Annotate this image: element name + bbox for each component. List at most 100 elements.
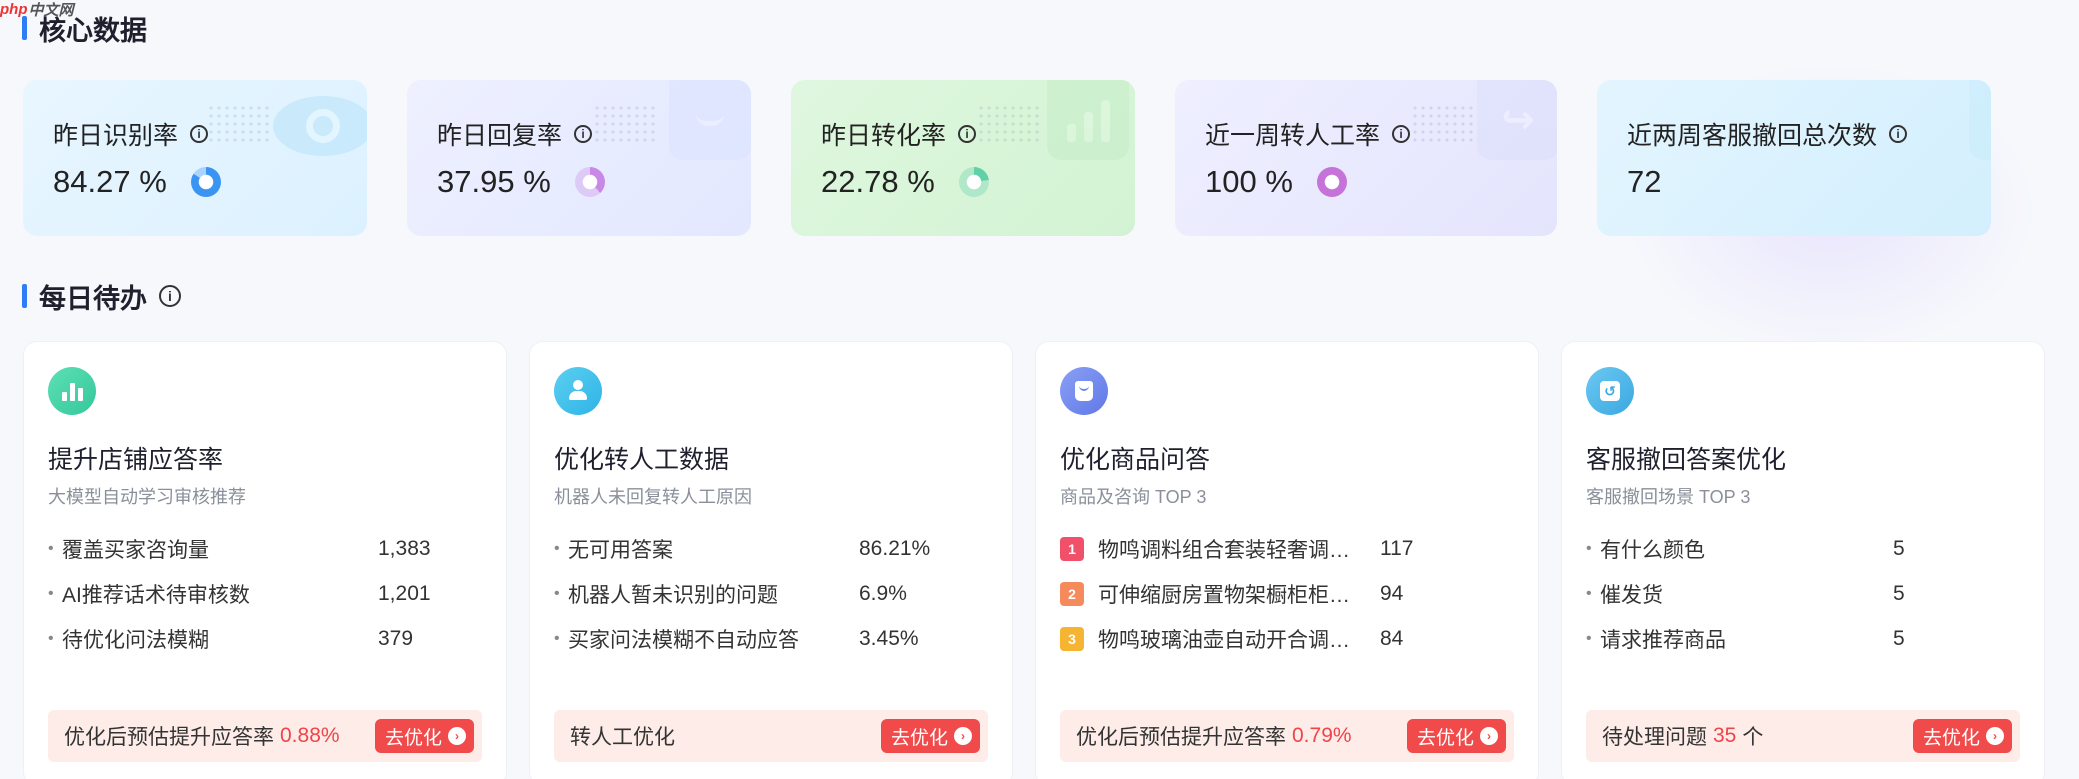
metric-value: 72 — [1627, 164, 1661, 200]
progress-ring-icon — [190, 167, 221, 197]
list-item[interactable]: • 买家问法模糊不自动应答 3.45% — [554, 616, 992, 661]
list-item[interactable]: • 无可用答案 86.21% — [554, 526, 992, 571]
todo-list: • 覆盖买家咨询量 1,383 • AI推荐话术待审核数 1,201 • 待优化问法模糊 3… — [48, 526, 486, 661]
forward-arrow-icon: ↪ — [1477, 80, 1557, 160]
metric-label-text: 昨日回复率 — [437, 122, 563, 150]
todo-action-bar: 转人工优化 去优化 › — [554, 710, 988, 762]
optimize-button[interactable]: 去优化 › — [1912, 719, 2012, 753]
bar-highlight: 0.79% — [1292, 724, 1352, 747]
metric-card-recognition-rate[interactable]: 昨日识别率 i 84.27 % — [23, 80, 367, 236]
metric-label-text: 昨日识别率 — [53, 122, 179, 150]
metric-card-conversion-rate[interactable]: 昨日转化率 i 22.78 % — [791, 80, 1135, 236]
item-value: 5 — [1893, 626, 1905, 650]
bar-highlight: 0.88% — [280, 724, 340, 747]
bar-text: 优化后预估提升应答率 — [64, 726, 274, 749]
metric-value-text: 37.95 % — [437, 164, 551, 199]
metric-label-text: 近一周转人工率 — [1205, 122, 1381, 150]
bullet-icon: • — [1586, 629, 1592, 647]
bar-highlight: 35 — [1713, 724, 1737, 747]
item-value: 379 — [378, 626, 414, 650]
todo-subtitle: 客服撤回场景 TOP 3 — [1586, 487, 1751, 507]
metric-label-text: 近两周客服撤回总次数 — [1627, 122, 1878, 150]
item-value: 86.21% — [859, 536, 931, 560]
metric-card-transfer-rate[interactable]: ↪ 近一周转人工率 i 100 % — [1175, 80, 1557, 236]
list-item[interactable]: • 有什么颜色 5 — [1586, 526, 2024, 571]
list-item[interactable]: 3 物鸣玻璃油壶自动开合调… 84 — [1060, 616, 1518, 661]
todo-title: 提升店铺应答率 — [48, 446, 224, 474]
metric-value-text: 72 — [1627, 164, 1662, 199]
item-value: 117 — [1380, 536, 1414, 560]
dots-decoration — [1411, 104, 1475, 144]
section-accent-bar — [22, 284, 27, 308]
list-item[interactable]: 2 可伸缩厨房置物架橱柜柜… 94 — [1060, 571, 1518, 616]
section-title-daily: 每日待办 i — [22, 278, 181, 314]
item-label: 可伸缩厨房置物架橱柜柜… — [1098, 583, 1350, 607]
optimize-button-label: 去优化 — [1922, 727, 1980, 749]
metric-card-recall-count[interactable]: 近两周客服撤回总次数 i 72 — [1597, 80, 1991, 236]
todo-title: 优化转人工数据 — [554, 446, 730, 474]
todo-subtitle: 商品及咨询 TOP 3 — [1060, 487, 1207, 507]
chat-bubble-icon — [669, 80, 751, 160]
item-value: 3.45% — [859, 626, 919, 650]
item-label: 无可用答案 — [568, 538, 673, 562]
chevron-right-icon: › — [954, 727, 972, 745]
list-item[interactable]: • 机器人暂未识别的问题 6.9% — [554, 571, 992, 616]
list-item[interactable]: • 待优化问法模糊 379 — [48, 616, 486, 661]
list-item[interactable]: • 催发货 5 — [1586, 571, 2024, 616]
todo-title: 客服撤回答案优化 — [1586, 446, 1787, 474]
info-icon[interactable]: i — [159, 285, 181, 307]
metric-value: 37.95 % — [437, 164, 605, 200]
item-label: 请求推荐商品 — [1600, 628, 1726, 652]
optimize-button[interactable]: 去优化 › — [880, 719, 980, 753]
list-item[interactable]: • 覆盖买家咨询量 1,383 — [48, 526, 486, 571]
dots-decoration — [593, 104, 657, 144]
metric-label: 近两周客服撤回总次数 i — [1627, 116, 1908, 152]
item-value: 94 — [1380, 581, 1404, 605]
bar-suffix: 个 — [1742, 726, 1764, 749]
info-icon[interactable]: i — [574, 125, 593, 143]
metric-value: 22.78 % — [821, 164, 989, 200]
bullet-icon: • — [1586, 584, 1592, 602]
optimize-button[interactable]: 去优化 › — [374, 719, 474, 753]
metric-value-text: 22.78 % — [821, 164, 935, 199]
metric-value-text: 100 % — [1205, 164, 1293, 199]
list-item[interactable]: 1 物鸣调料组合套装轻奢调… 117 — [1060, 526, 1518, 571]
optimize-button[interactable]: 去优化 › — [1406, 719, 1506, 753]
bar-chart-icon — [48, 367, 96, 415]
bar-text: 优化后预估提升应答率 — [1076, 726, 1286, 749]
todo-card-recall-optimization: ↺ 客服撤回答案优化 客服撤回场景 TOP 3 • 有什么颜色 5 • 催发货 5 • 请… — [1561, 341, 2045, 779]
item-label: 有什么颜色 — [1600, 538, 1705, 562]
bullet-icon: • — [48, 629, 54, 647]
todo-card-transfer-data: 优化转人工数据 机器人未回复转人工原因 • 无可用答案 86.21% • 机器人暂未识… — [529, 341, 1013, 779]
chevron-right-icon: › — [1986, 727, 2004, 745]
metric-card-reply-rate[interactable]: 昨日回复率 i 37.95 % — [407, 80, 751, 236]
todo-subtitle: 大模型自动学习审核推荐 — [48, 487, 246, 507]
item-label: 覆盖买家咨询量 — [62, 538, 209, 562]
metric-label-text: 昨日转化率 — [821, 122, 947, 150]
info-icon[interactable]: i — [1889, 125, 1908, 143]
item-label: 催发货 — [1600, 583, 1663, 607]
progress-ring-icon — [958, 167, 989, 197]
section-title-daily-text: 每日待办 — [39, 283, 147, 314]
section-title-core-text: 核心数据 — [39, 15, 147, 46]
todo-card-product-qa: 优化商品问答 商品及咨询 TOP 3 1 物鸣调料组合套装轻奢调… 117 2 可伸缩… — [1035, 341, 1539, 779]
metric-label: 昨日识别率 i — [53, 116, 209, 152]
bullet-icon: • — [48, 539, 54, 557]
item-label: 物鸣玻璃油壶自动开合调… — [1098, 628, 1350, 652]
dots-decoration — [977, 104, 1041, 144]
rank-badge: 1 — [1060, 536, 1084, 561]
todo-action-bar: 待处理问题 35 个 去优化 › — [1586, 710, 2020, 762]
list-item[interactable]: • AI推荐话术待审核数 1,201 — [48, 571, 486, 616]
section-title-core: 核心数据 — [22, 10, 147, 46]
customer-service-icon — [554, 367, 602, 415]
bar-chart-icon — [1047, 80, 1129, 160]
list-item[interactable]: • 请求推荐商品 5 — [1586, 616, 2024, 661]
info-icon[interactable]: i — [190, 125, 209, 143]
info-icon[interactable]: i — [958, 125, 977, 143]
bullet-icon: • — [48, 584, 54, 602]
bar-text: 转人工优化 — [570, 726, 675, 749]
metric-value: 84.27 % — [53, 164, 221, 200]
undo-icon: ↺ — [1586, 367, 1634, 415]
info-icon[interactable]: i — [1392, 125, 1411, 143]
todo-list: • 有什么颜色 5 • 催发货 5 • 请求推荐商品 5 — [1586, 526, 2024, 661]
